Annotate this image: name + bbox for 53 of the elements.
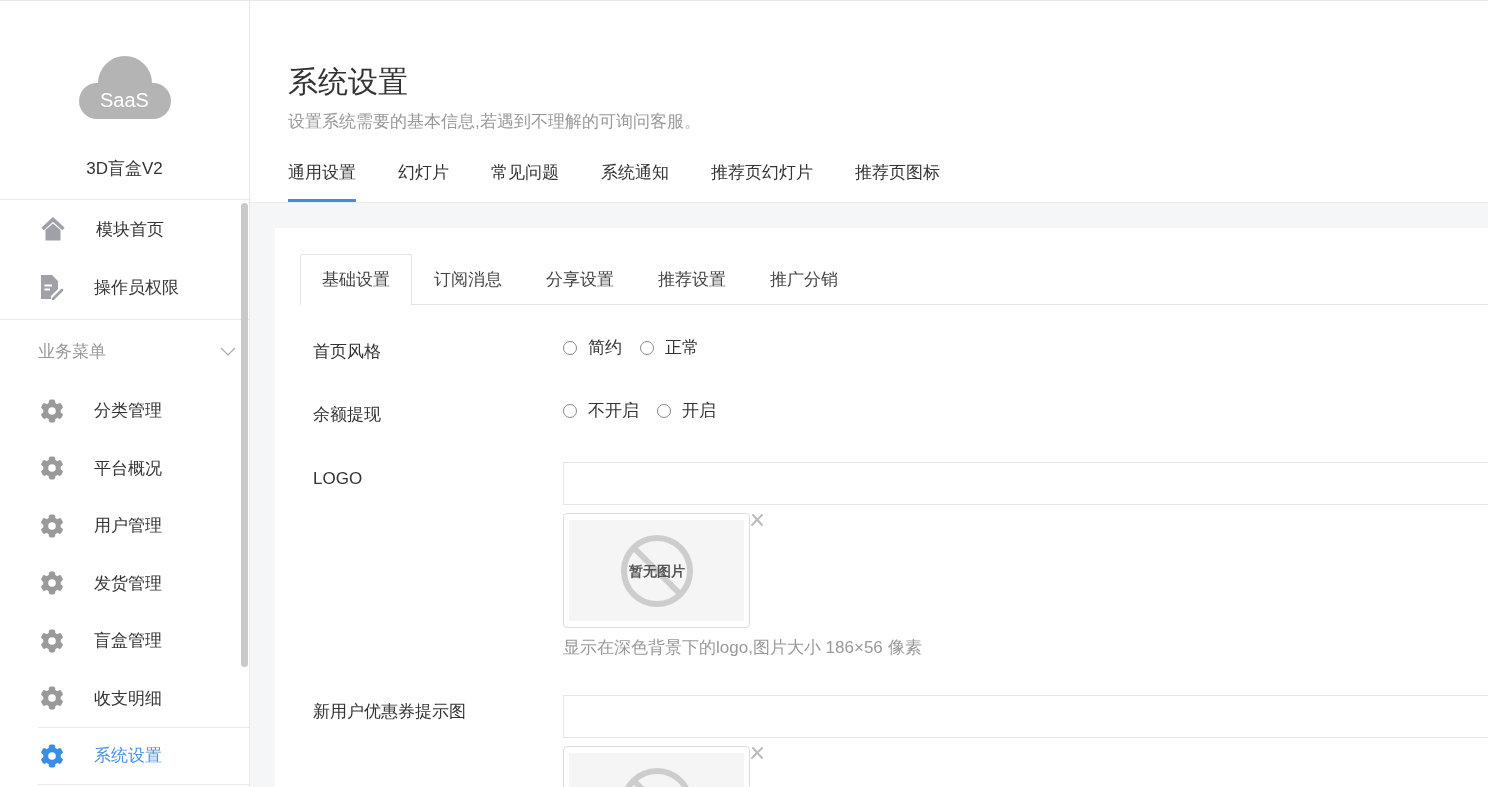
radio-option[interactable]: 简约 [563, 336, 622, 360]
sidebar-item[interactable]: 分类管理 [38, 382, 249, 440]
radio-button[interactable] [657, 404, 671, 418]
gear-icon [40, 686, 64, 711]
gear-icon [40, 456, 64, 481]
radio-option[interactable]: 不开启 [563, 399, 639, 423]
sidebar-item[interactable]: 平台概况 [38, 439, 249, 497]
radio-button[interactable] [563, 404, 577, 418]
remove-icon[interactable] [750, 513, 764, 527]
remove-icon[interactable] [750, 746, 764, 760]
image-frame[interactable]: 暂无图片 [563, 513, 750, 628]
image-url-field[interactable] [563, 695, 1488, 738]
page-title: 系统设置 [288, 64, 409, 100]
page-subtitle: 设置系统需要的基本信息,若遇到不理解的可询问客服。 [288, 111, 702, 133]
gear-icon [40, 513, 64, 538]
tab[interactable]: 分享设置 [524, 254, 636, 305]
sidebar-item[interactable]: 用户管理 [38, 497, 249, 555]
field-label: 余额提现 [313, 404, 382, 426]
gear-icon [40, 743, 64, 768]
sidebar-item[interactable]: 收支明细 [38, 669, 249, 727]
logo-text: SaaS [99, 88, 150, 112]
cloud-logo-icon [77, 55, 172, 121]
gear-icon [40, 398, 64, 423]
sidebar-item[interactable]: 模块首页 [0, 200, 249, 258]
tab[interactable]: 系统通知 [601, 150, 669, 202]
tab[interactable]: 推荐页图标 [855, 150, 940, 202]
home-icon [40, 217, 66, 241]
app-name: 3D盲盒V2 [86, 158, 163, 180]
radio-option[interactable]: 正常 [640, 336, 699, 360]
tab[interactable]: 推荐设置 [636, 254, 748, 305]
tab[interactable]: 幻灯片 [398, 150, 449, 202]
field-label: 首页风格 [313, 341, 382, 363]
radio-button[interactable] [563, 341, 577, 355]
radio-option[interactable]: 开启 [657, 399, 716, 423]
tab[interactable]: 常见问题 [491, 150, 559, 202]
image-url-field[interactable] [563, 462, 1488, 505]
sidebar-item[interactable]: 盲盒管理 [38, 612, 249, 670]
field-label: LOGO [313, 468, 364, 490]
tab[interactable]: 基础设置 [300, 254, 412, 305]
tab[interactable]: 订阅消息 [412, 254, 524, 305]
tab[interactable]: 推广分销 [748, 254, 860, 305]
scrollbar[interactable] [241, 203, 248, 667]
sidebar-item[interactable]: 操作员权限 [0, 258, 249, 316]
no-image-text: 暂无图片 [627, 561, 686, 580]
sidebar-item[interactable]: 发货管理 [38, 554, 249, 612]
tab[interactable]: 推荐页幻灯片 [711, 150, 813, 202]
no-image-icon [619, 533, 694, 608]
gear-icon [40, 571, 64, 596]
help-text: 显示在深色背景下的logo,图片大小 186×56 像素 [563, 637, 923, 659]
document-edit-icon [40, 274, 64, 300]
radio-button[interactable] [640, 341, 654, 355]
gear-icon [40, 628, 64, 653]
field-label: 新用户优惠券提示图 [313, 701, 467, 723]
